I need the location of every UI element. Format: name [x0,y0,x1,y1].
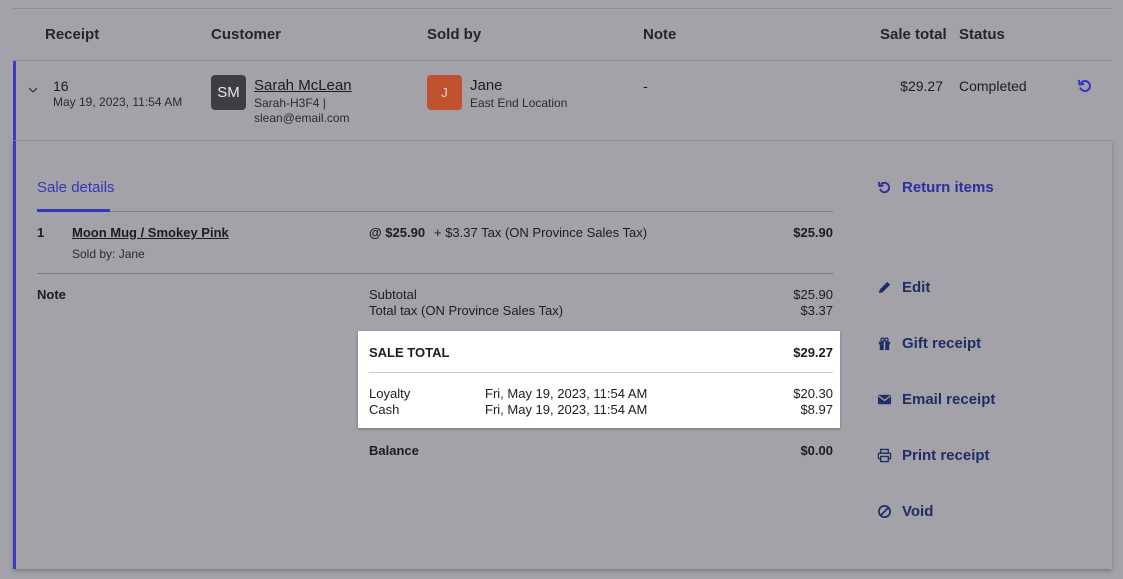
note-label: Note [37,287,66,302]
header-note: Note [643,26,677,43]
pencil-icon [878,281,891,294]
balance-value: $0.00 [800,443,833,458]
void-label: Void [902,503,934,520]
payment-date: Fri, May 19, 2023, 11:54 AM [485,402,648,417]
payment-amount: $8.97 [800,402,833,417]
payment-date: Fri, May 19, 2023, 11:54 AM [485,386,648,401]
row-note: - [643,78,648,94]
tab-divider [37,211,833,212]
tax-value: $3.37 [800,303,833,318]
return-items-label: Return items [902,179,994,196]
item-sold-by: Sold by: Jane [72,247,145,261]
void-button[interactable]: Void [877,503,933,520]
item-amount: $25.90 [793,225,833,240]
tab-sale-details[interactable]: Sale details [37,179,115,196]
gift-receipt-label: Gift receipt [902,335,982,352]
return-icon [877,181,891,194]
edit-button[interactable]: Edit [877,279,930,296]
status-label: Completed [959,78,1027,94]
sale-total-value: $29.27 [793,345,833,360]
customer-initials: SM [217,84,240,101]
envelope-icon [877,394,892,405]
seller-avatar: J [427,75,462,110]
customer-name-link[interactable]: Sarah McLean [254,77,352,94]
ban-icon [878,505,891,518]
gift-receipt-button[interactable]: Gift receipt [877,335,981,352]
header-customer[interactable]: Customer [211,26,281,43]
customer-code: Sarah-H3F4 | [254,96,326,110]
header-status[interactable]: Status [959,26,1005,43]
header-sold-by[interactable]: Sold by [427,26,481,43]
row-sale-total: $29.27 [900,78,943,94]
item-tax: + $3.37 Tax (ON Province Sales Tax) [434,225,648,240]
customer-email: slean@email.com [254,111,350,125]
return-items-button[interactable]: Return items [877,179,994,196]
sale-total-label: SALE TOTAL [369,345,450,360]
chevron-down-icon[interactable] [28,83,38,97]
email-receipt-label: Email receipt [902,391,996,408]
customer-avatar: SM [211,75,246,110]
table-row[interactable]: 16 May 19, 2023, 11:54 AM SM Sarah McLea… [13,61,1112,141]
balance-label: Balance [369,443,419,458]
seller-location: East End Location [470,96,568,110]
gift-icon [878,337,891,351]
subtotal-value: $25.90 [793,287,833,302]
header-receipt[interactable]: Receipt [45,26,99,43]
payment-method: Loyalty [369,386,411,401]
item-name-link[interactable]: Moon Mug / Smokey Pink [72,225,229,240]
sale-details-panel: Sale details 1 Moon Mug / Smokey Pink So… [13,141,1112,569]
print-receipt-label: Print receipt [902,447,990,464]
receipt-date: May 19, 2023, 11:54 AM [53,95,183,109]
payments-divider [369,372,833,373]
items-divider [37,273,833,274]
receipt-number: 16 [53,78,69,94]
item-unit-price: @ $25.90 [369,225,426,240]
email-receipt-button[interactable]: Email receipt [877,391,995,408]
print-receipt-button[interactable]: Print receipt [877,447,990,464]
seller-name: Jane [470,77,503,94]
tab-active-indicator [37,209,110,212]
table-header: Receipt Customer Sold by Note Sale total… [13,9,1112,61]
payment-amount: $20.30 [793,386,833,401]
seller-initial: J [441,85,448,100]
tax-label: Total tax (ON Province Sales Tax) [369,303,564,318]
sale-total-box: SALE TOTAL $29.27 Loyalty Fri, May 19, 2… [358,331,840,428]
payment-method: Cash [369,402,400,417]
customer-info: Sarah-H3F4 | slean@email.com [254,96,364,126]
subtotal-label: Subtotal [369,287,417,302]
item-quantity: 1 [37,225,45,240]
header-sale-total[interactable]: Sale total [880,26,947,43]
printer-icon [877,448,892,463]
edit-label: Edit [902,279,931,296]
return-icon[interactable] [1077,78,1093,94]
